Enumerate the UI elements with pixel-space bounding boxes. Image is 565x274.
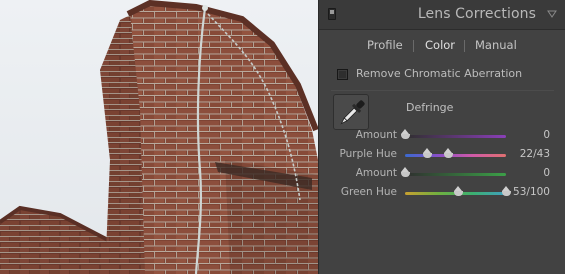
brick-chimney-image xyxy=(0,0,318,274)
defringe-label: Defringe xyxy=(406,101,454,114)
green-hue-label: Green Hue xyxy=(340,186,397,198)
purple-amount-value[interactable]: 0 xyxy=(543,129,550,141)
green-hue-slider-row: Green Hue 53/100 xyxy=(319,185,565,201)
green-hue-value[interactable]: 53/100 xyxy=(513,186,550,198)
purple-amount-label: Amount xyxy=(355,129,397,141)
divider xyxy=(331,90,554,91)
green-hue-low-thumb-icon[interactable] xyxy=(454,186,464,197)
green-amount-slider-row: Amount 0 xyxy=(319,166,565,182)
solo-switch-icon[interactable] xyxy=(328,8,336,20)
tab-color[interactable]: Color xyxy=(425,38,455,52)
tab-manual[interactable]: Manual xyxy=(475,38,517,52)
purple-amount-track[interactable] xyxy=(405,135,506,138)
purple-hue-label: Purple Hue xyxy=(339,148,397,160)
green-amount-label: Amount xyxy=(355,167,397,179)
green-hue-high-thumb-icon[interactable] xyxy=(501,186,511,197)
panel-title: Lens Corrections xyxy=(417,6,536,22)
purple-hue-slider-row: Purple Hue 22/43 xyxy=(319,147,565,163)
green-amount-track[interactable] xyxy=(405,173,506,176)
purple-hue-track[interactable] xyxy=(405,154,506,157)
purple-amount-slider-row: Amount 0 xyxy=(319,128,565,144)
eyedropper-icon xyxy=(340,100,365,125)
remove-ca-label: Remove Chromatic Aberration xyxy=(356,67,523,80)
remove-ca-row[interactable]: Remove Chromatic Aberration xyxy=(337,66,557,84)
purple-hue-high-thumb-icon[interactable] xyxy=(443,148,453,159)
purple-hue-low-thumb-icon[interactable] xyxy=(422,148,432,159)
purple-amount-thumb-icon[interactable] xyxy=(400,129,410,140)
tab-separator xyxy=(464,40,465,52)
eyedropper-button[interactable] xyxy=(333,94,369,130)
green-amount-thumb-icon[interactable] xyxy=(400,167,410,178)
collapse-triangle-icon[interactable] xyxy=(547,9,557,19)
tab-profile[interactable]: Profile xyxy=(367,38,403,52)
remove-ca-checkbox[interactable] xyxy=(337,69,348,80)
photo-preview xyxy=(0,0,318,274)
panel-header[interactable]: Lens Corrections xyxy=(319,0,565,30)
lens-corrections-panel: Lens Corrections Profile Color Manual Re… xyxy=(318,0,565,274)
purple-hue-value[interactable]: 22/43 xyxy=(520,148,550,160)
tab-bar: Profile Color Manual xyxy=(319,30,565,60)
tab-separator xyxy=(413,40,414,52)
green-amount-value[interactable]: 0 xyxy=(543,167,550,179)
